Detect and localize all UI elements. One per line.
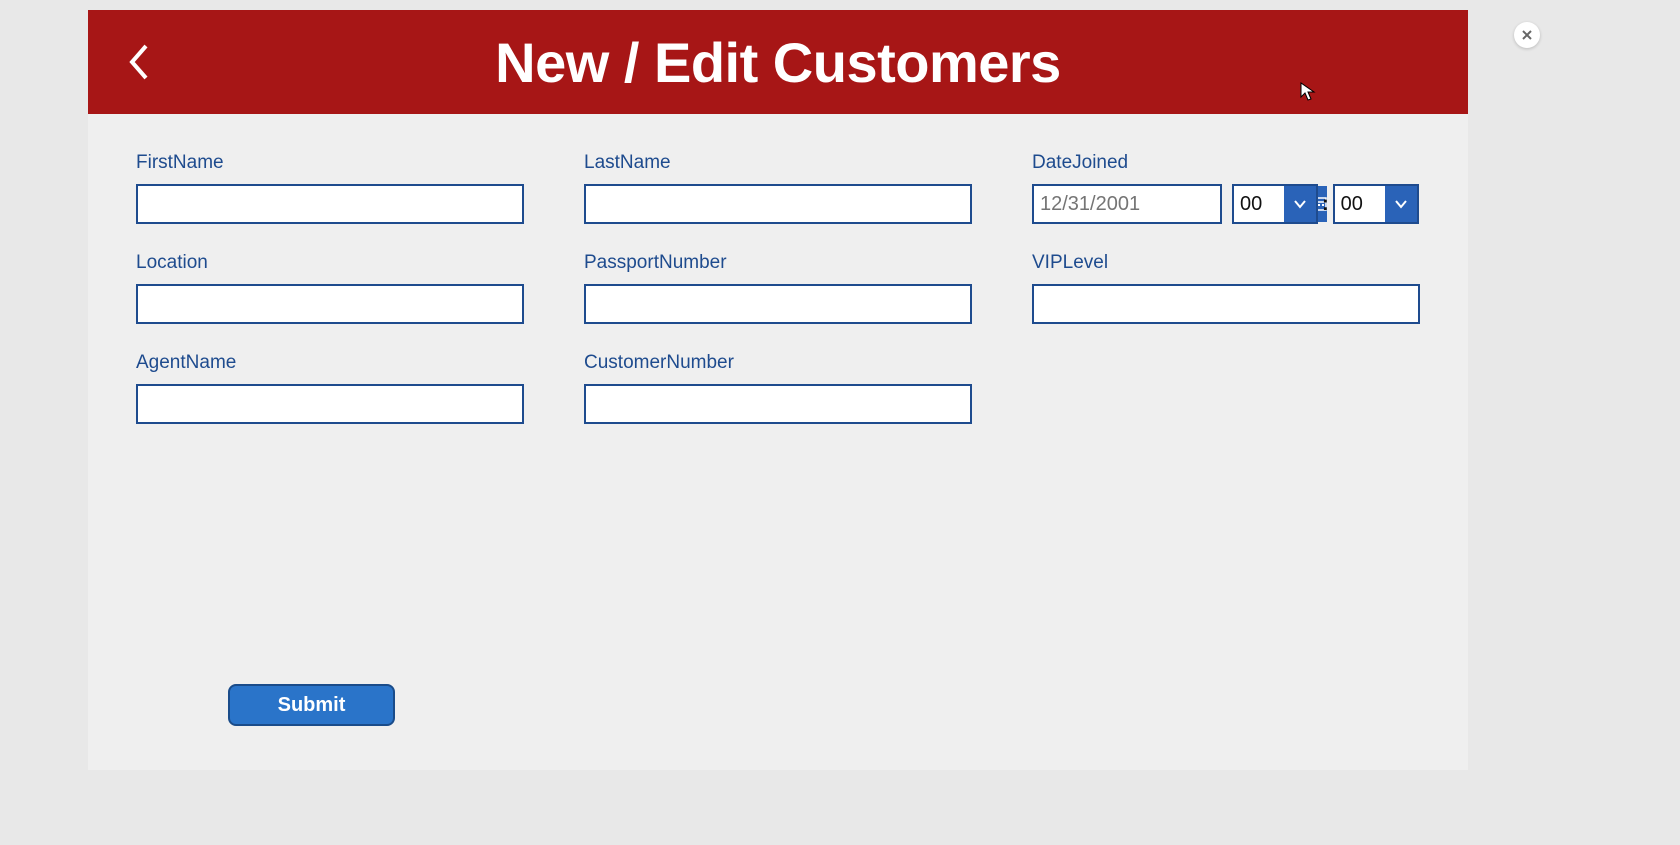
passport-number-input[interactable] (584, 284, 972, 324)
date-picker (1032, 184, 1222, 224)
form-grid: FirstName LastName DateJoined (88, 114, 1468, 424)
close-button[interactable] (1514, 22, 1540, 48)
field-location: Location (136, 252, 524, 324)
agent-name-input[interactable] (136, 384, 524, 424)
chevron-down-icon (1293, 197, 1307, 211)
field-passport-number: PassportNumber (584, 252, 972, 324)
minutes-value: 00 (1335, 186, 1385, 222)
last-name-input[interactable] (584, 184, 972, 224)
date-joined-row: 00 : 00 (1032, 184, 1420, 224)
form-page: New / Edit Customers FirstName LastName … (88, 10, 1468, 770)
empty-cell (1032, 352, 1420, 424)
hours-select[interactable]: 00 (1232, 184, 1318, 224)
field-vip-level: VIPLevel (1032, 252, 1420, 324)
chevron-down-icon (1394, 197, 1408, 211)
first-name-label: FirstName (136, 152, 524, 174)
field-agent-name: AgentName (136, 352, 524, 424)
field-date-joined: DateJoined 00 (1032, 152, 1420, 224)
page-header: New / Edit Customers (88, 10, 1468, 114)
minutes-dropdown-button[interactable] (1385, 186, 1417, 222)
chevron-left-icon (126, 42, 150, 82)
page-title: New / Edit Customers (88, 30, 1468, 95)
submit-button[interactable]: Submit (228, 684, 395, 726)
back-button[interactable] (118, 30, 158, 94)
customer-number-label: CustomerNumber (584, 352, 972, 374)
date-joined-label: DateJoined (1032, 152, 1420, 174)
vip-level-input[interactable] (1032, 284, 1420, 324)
location-input[interactable] (136, 284, 524, 324)
location-label: Location (136, 252, 524, 274)
field-customer-number: CustomerNumber (584, 352, 972, 424)
time-separator: : (1322, 193, 1329, 216)
vip-level-label: VIPLevel (1032, 252, 1420, 274)
field-last-name: LastName (584, 152, 972, 224)
hours-dropdown-button[interactable] (1284, 186, 1316, 222)
agent-name-label: AgentName (136, 352, 524, 374)
customer-number-input[interactable] (584, 384, 972, 424)
first-name-input[interactable] (136, 184, 524, 224)
minutes-select[interactable]: 00 (1333, 184, 1419, 224)
passport-number-label: PassportNumber (584, 252, 972, 274)
hours-value: 00 (1234, 186, 1284, 222)
last-name-label: LastName (584, 152, 972, 174)
close-icon (1521, 29, 1533, 41)
field-first-name: FirstName (136, 152, 524, 224)
